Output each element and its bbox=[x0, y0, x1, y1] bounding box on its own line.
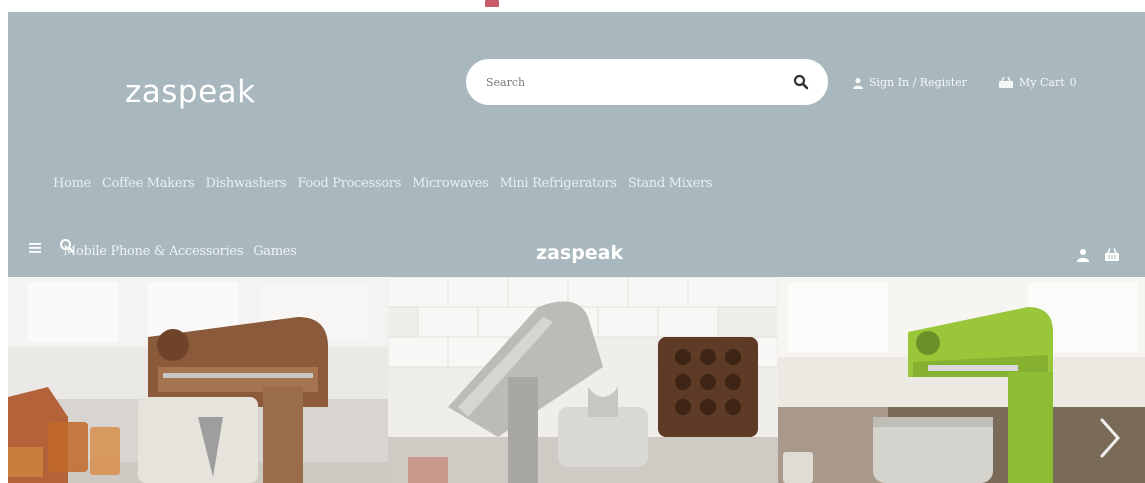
cart-icon bbox=[999, 76, 1013, 88]
search-bar bbox=[466, 59, 828, 105]
nav-coffee-makers[interactable]: Coffee Makers bbox=[102, 176, 195, 191]
chevron-right-icon[interactable] bbox=[1096, 416, 1124, 460]
sign-in-link[interactable]: Sign In / Register bbox=[852, 76, 967, 89]
user-icon-small[interactable] bbox=[1076, 248, 1090, 262]
slide-silver-mixer bbox=[388, 277, 778, 483]
sticky-logo[interactable]: zaspeak bbox=[536, 242, 623, 264]
user-icon bbox=[853, 77, 863, 89]
search-icon[interactable] bbox=[792, 73, 810, 91]
nav-dishwashers[interactable]: Dishwashers bbox=[206, 176, 287, 191]
search-input[interactable] bbox=[486, 69, 776, 95]
main-nav: Home Coffee Makers Dishwashers Food Proc… bbox=[53, 176, 713, 191]
nav-home[interactable]: Home bbox=[53, 176, 91, 191]
secondary-nav: Mobile Phone & Accessories Games bbox=[63, 244, 297, 259]
nav-food-processors[interactable]: Food Processors bbox=[297, 176, 401, 191]
site-logo[interactable]: zaspeak bbox=[125, 74, 256, 110]
hero-banner[interactable] bbox=[8, 277, 1145, 483]
cart-link[interactable]: My Cart 0 bbox=[998, 76, 1077, 89]
nav-microwaves[interactable]: Microwaves bbox=[412, 176, 489, 191]
cart-count: 0 bbox=[1069, 76, 1077, 89]
site-header: zaspeak Sign In / Register My Cart 0 Hom… bbox=[8, 12, 1145, 277]
flag-icon[interactable] bbox=[485, 0, 499, 7]
cart-icon-small[interactable] bbox=[1104, 247, 1120, 262]
nav-games[interactable]: Games bbox=[253, 244, 297, 259]
slide-copper-mixer bbox=[8, 277, 388, 483]
cart-label: My Cart bbox=[1019, 76, 1065, 89]
nav-mini-refrigerators[interactable]: Mini Refrigerators bbox=[499, 176, 617, 191]
slide-green-mixer bbox=[778, 277, 1145, 483]
menu-icon[interactable] bbox=[29, 242, 41, 254]
nav-mobile-phone[interactable]: Mobile Phone & Accessories bbox=[63, 244, 244, 259]
top-strip bbox=[0, 0, 1145, 12]
sign-in-label: Sign In / Register bbox=[869, 76, 967, 89]
nav-stand-mixers[interactable]: Stand Mixers bbox=[628, 176, 713, 191]
